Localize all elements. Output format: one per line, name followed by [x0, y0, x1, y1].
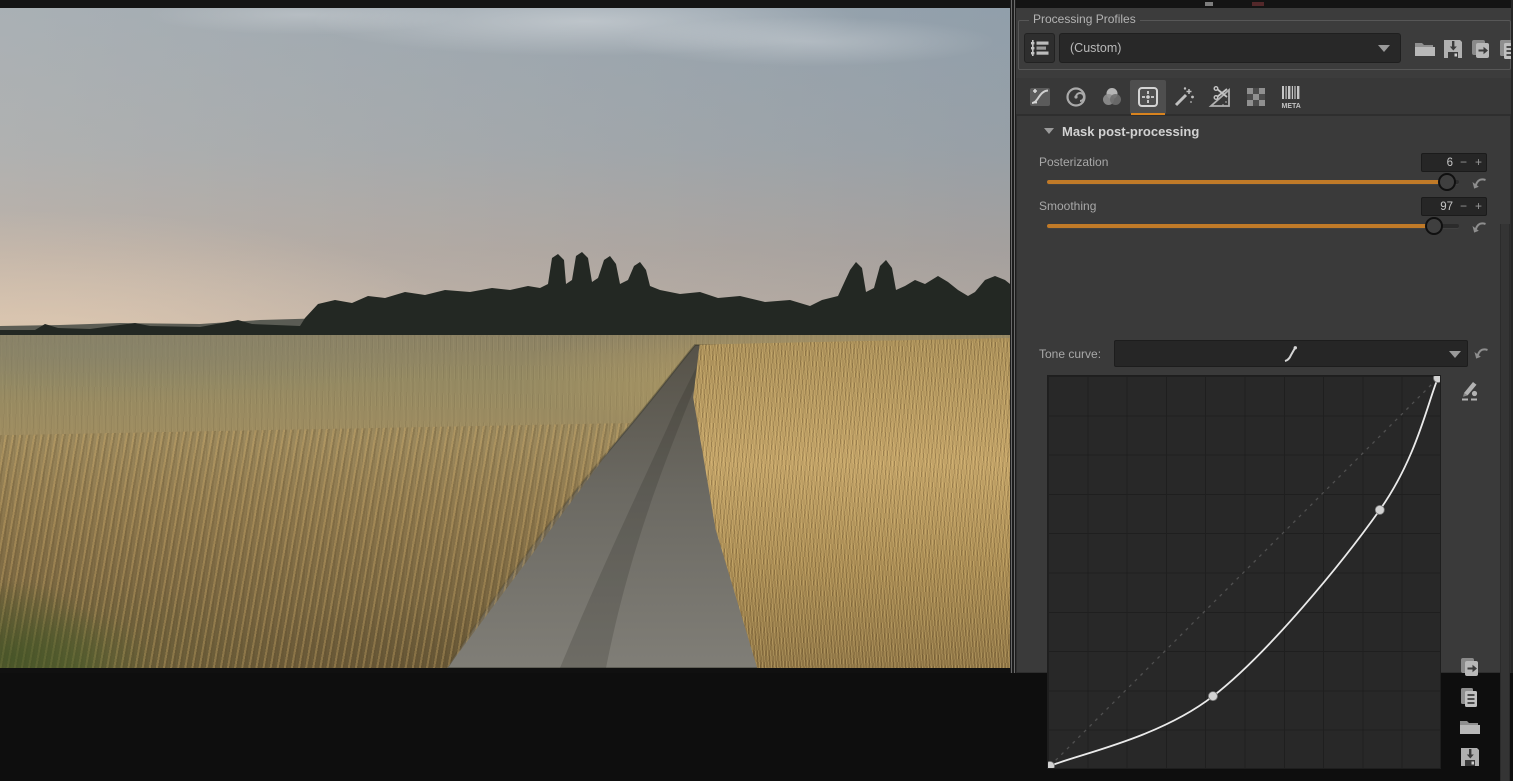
posterization-value[interactable]: 6: [1422, 157, 1456, 169]
tool-tab-bar: META: [1016, 78, 1513, 115]
slider-knob[interactable]: [1438, 173, 1456, 191]
tool-panel: Processing Profiles (Custom): [1016, 8, 1513, 673]
slider-knob[interactable]: [1425, 217, 1443, 235]
decrement-button[interactable]: −: [1456, 198, 1471, 215]
selective-editing-icon: [1136, 85, 1160, 109]
edit-pencil-icon: [1458, 378, 1482, 402]
metadata-icon: META: [1279, 84, 1305, 110]
load-profile-button[interactable]: [1411, 35, 1438, 62]
tab-detail[interactable]: [1058, 80, 1094, 114]
curve-control-point[interactable]: [1208, 692, 1217, 701]
chevron-down-icon: [1378, 45, 1390, 52]
paste-icon: [1458, 685, 1482, 709]
tone-curve-reset-button[interactable]: [1471, 344, 1491, 361]
save-profile-button[interactable]: [1439, 35, 1466, 62]
smoothing-reset-button[interactable]: [1469, 218, 1489, 235]
magic-wand-icon: [1172, 85, 1196, 109]
save-icon: [1441, 37, 1465, 61]
copy-profile-button[interactable]: [1467, 35, 1494, 62]
paste-curve-button[interactable]: [1457, 684, 1483, 710]
save-curve-button[interactable]: [1457, 744, 1483, 770]
posterization-slider[interactable]: [1047, 173, 1459, 191]
titlebar-fragment: [1252, 2, 1264, 6]
tab-metadata[interactable]: META: [1274, 80, 1310, 114]
tab-transform[interactable]: [1202, 80, 1238, 114]
curve-diagonal-reference: [1050, 378, 1438, 766]
section-header[interactable]: Mask post-processing: [1017, 121, 1199, 141]
tone-curve-editor[interactable]: [1047, 375, 1441, 769]
collapse-triangle-icon: [1044, 128, 1054, 134]
profile-fill-mode-icon: [1029, 37, 1051, 59]
smoothing-slider[interactable]: [1047, 217, 1459, 235]
profile-select-dropdown[interactable]: (Custom): [1059, 33, 1401, 63]
tab-exposure[interactable]: [1022, 80, 1058, 114]
titlebar-strip: [0, 0, 1513, 8]
svg-text:META: META: [1282, 103, 1301, 110]
curve-type-icon: [1281, 344, 1301, 364]
increment-button[interactable]: +: [1471, 198, 1486, 215]
raw-bayer-icon: [1244, 85, 1268, 109]
profile-fill-mode-button[interactable]: [1024, 33, 1055, 63]
panel-scrollbar[interactable]: [1500, 224, 1510, 781]
slider-fill: [1047, 180, 1447, 184]
posterization-label: Posterization: [1039, 155, 1108, 169]
reset-arrow-icon: [1471, 176, 1487, 190]
tab-color[interactable]: [1094, 80, 1130, 114]
reset-arrow-icon: [1471, 220, 1487, 234]
tone-curve-label: Tone curve:: [1039, 347, 1101, 361]
reset-arrow-icon: [1473, 346, 1489, 360]
load-curve-button[interactable]: [1457, 714, 1483, 740]
chevron-down-icon: [1449, 351, 1461, 358]
posterization-value-group: 6 − +: [1421, 153, 1487, 172]
application-window: Processing Profiles (Custom): [0, 0, 1513, 673]
tab-advanced[interactable]: [1166, 80, 1202, 114]
folder-open-icon: [1458, 715, 1482, 739]
save-icon: [1458, 745, 1482, 769]
color-icon: [1100, 85, 1124, 109]
image-preview-canvas[interactable]: [0, 8, 1010, 668]
exposure-icon: [1028, 85, 1052, 109]
posterization-reset-button[interactable]: [1469, 174, 1489, 191]
tab-raw[interactable]: [1238, 80, 1274, 114]
curve-control-point[interactable]: [1375, 505, 1384, 514]
decrement-button[interactable]: −: [1456, 154, 1471, 171]
copy-icon: [1469, 37, 1493, 61]
transform-icon: [1208, 85, 1232, 109]
increment-button[interactable]: +: [1471, 154, 1486, 171]
curve-control-point[interactable]: [1048, 762, 1055, 769]
detail-icon: [1064, 85, 1088, 109]
processing-profiles-legend: Processing Profiles: [1029, 12, 1140, 26]
copy-icon: [1458, 655, 1482, 679]
smoothing-value-group: 97 − +: [1421, 197, 1487, 216]
smoothing-label: Smoothing: [1039, 199, 1096, 213]
edit-point-button[interactable]: [1457, 377, 1483, 403]
tone-curve-type-dropdown[interactable]: [1114, 340, 1468, 367]
slider-fill: [1047, 224, 1434, 228]
folder-open-icon: [1413, 37, 1437, 61]
mask-post-processing-section: Mask post-processing Posterization 6 − +: [1016, 115, 1511, 673]
titlebar-fragment: [1205, 2, 1213, 6]
section-title: Mask post-processing: [1062, 124, 1199, 139]
profile-selected-value: (Custom): [1070, 41, 1121, 55]
tone-curve-plot: [1048, 376, 1440, 768]
tab-selective-editing[interactable]: [1130, 80, 1166, 114]
copy-curve-button[interactable]: [1457, 654, 1483, 680]
smoothing-value[interactable]: 97: [1422, 201, 1456, 213]
